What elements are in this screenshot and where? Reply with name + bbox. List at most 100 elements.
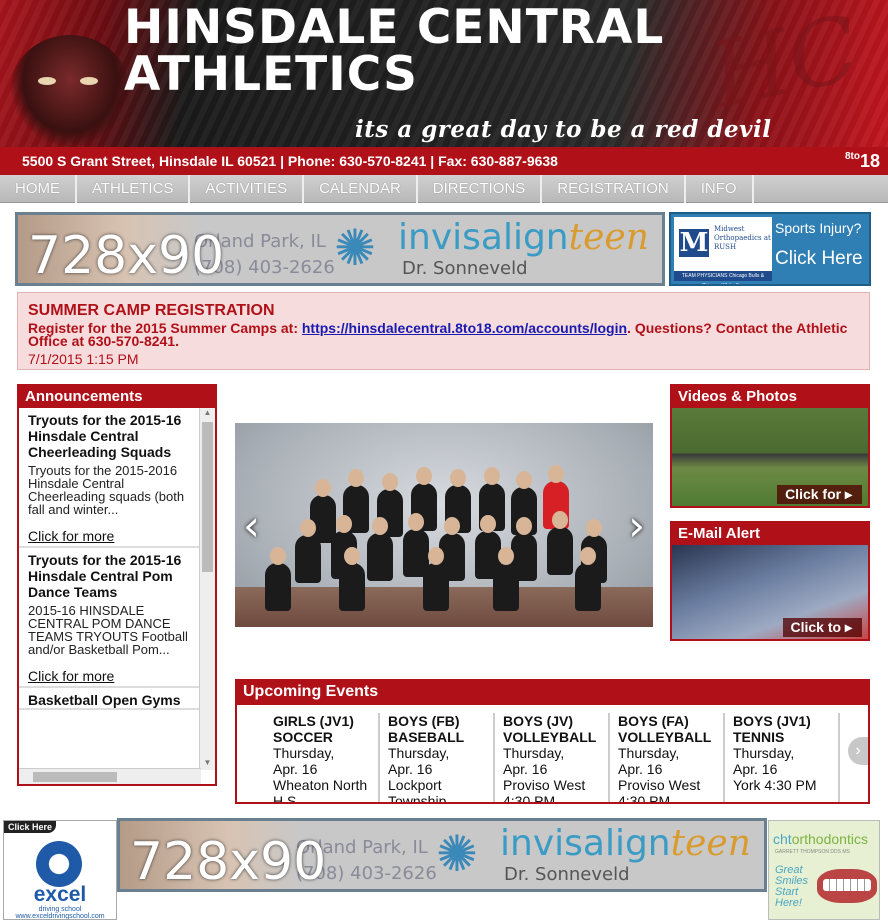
nav-activities[interactable]: ACTIVITIES <box>190 175 305 203</box>
scroll-down-icon[interactable]: ▼ <box>200 758 215 770</box>
invisalign-banner-ad-top[interactable]: Orland Park, IL (708) 403-2626 ✺ invisal… <box>15 212 665 286</box>
event-date: Apr. 16 <box>503 761 548 777</box>
announcement-title[interactable]: Tryouts for the 2015-16 Hinsdale Central… <box>28 552 193 600</box>
player-head <box>548 465 564 483</box>
event-location: Wheaton North H.S. <box>273 777 368 803</box>
announcement-snippet: 2015-16 HINSDALE CENTRAL POM DANCE TEAMS… <box>28 603 188 657</box>
click-for-more-link[interactable]: Click for more <box>28 668 193 686</box>
player-head <box>516 471 532 489</box>
event-item[interactable]: BOYS (FB) BASEBALL Thursday, Apr. 16 Loc… <box>380 713 495 802</box>
ortho-logo-bar: TEAM PHYSICIANS Chicago Bulls & Chicago … <box>674 271 772 284</box>
8to18-logo-top: 8to <box>844 151 860 162</box>
events-carousel: GIRLS (JV1) SOCCER Thursday, Apr. 16 Whe… <box>265 713 840 803</box>
ad-brand: invisalignteen <box>398 217 649 258</box>
event-item[interactable]: BOYS (JV1) TENNIS Thursday, Apr. 16 York… <box>725 713 840 802</box>
nav-directions[interactable]: DIRECTIONS <box>418 175 543 203</box>
excel-click-here[interactable]: Click Here <box>4 821 57 833</box>
site-title-line1: HINSDALE CENTRAL <box>124 0 665 55</box>
player-head <box>552 511 568 529</box>
announcements-horizontal-scrollbar[interactable] <box>19 768 201 784</box>
main-nav: HOME ATHLETICS ACTIVITIES CALENDAR DIREC… <box>0 175 888 203</box>
cht-brand-a: cht <box>773 831 792 847</box>
upcoming-events-heading: Upcoming Events <box>237 681 868 705</box>
announcement-title[interactable]: Basketball Open Gyms <box>28 692 193 708</box>
player-head <box>480 515 496 533</box>
ad-brand-suffix: teen <box>568 217 649 258</box>
event-item[interactable]: GIRLS (JV1) SOCCER Thursday, Apr. 16 Whe… <box>265 713 380 803</box>
click-for-more-link[interactable]: Click for more <box>28 528 193 546</box>
event-item[interactable]: BOYS (JV) VOLLEYBALL Thursday, Apr. 16 P… <box>495 713 610 802</box>
cht-orthodontics-ad[interactable]: chtorthodontics GARRETT THOMPSON DDS MS … <box>768 820 880 920</box>
ad-brand-name: invisalign <box>500 823 671 864</box>
8to18-logo[interactable]: 8to18 <box>845 151 880 172</box>
invisalign-star-icon: ✺ <box>334 220 376 276</box>
cht-slogan: Great Smiles Start Here! <box>775 864 809 909</box>
ad-doctor: Dr. Sonneveld <box>504 864 630 885</box>
email-click-to-button[interactable]: Click to ▸ <box>782 618 862 637</box>
upcoming-events-box: Upcoming Events GIRLS (JV1) SOCCER Thurs… <box>235 679 870 804</box>
registration-link[interactable]: https://hinsdalecentral.8to18.com/accoun… <box>302 320 627 336</box>
player-head <box>484 467 500 485</box>
event-date: Apr. 16 <box>618 761 663 777</box>
videos-photos-box[interactable]: Videos & Photos Click for ▸ <box>670 384 870 508</box>
event-title: BOYS (FA) VOLLEYBALL <box>618 713 712 745</box>
site-header: HC HINSDALE CENTRAL ATHLETICS its a grea… <box>0 0 888 147</box>
nav-info[interactable]: INFO <box>686 175 754 203</box>
site-title-line2: ATHLETICS <box>124 47 418 102</box>
player-head <box>516 517 532 535</box>
red-devil-mascot-image <box>10 35 130 147</box>
softball-player-image: Click for ▸ <box>672 408 868 506</box>
ad-brand-suffix: teen <box>670 823 751 864</box>
summer-camp-alert: SUMMER CAMP REGISTRATION Register for th… <box>17 292 870 370</box>
event-title: BOYS (FB) BASEBALL <box>388 713 465 745</box>
announcement-item: Tryouts for the 2015-16 Hinsdale Central… <box>19 548 201 688</box>
announcements-vertical-scrollbar[interactable]: ▲ ▼ <box>199 408 215 770</box>
tagline: its a great day to be a red devil <box>355 116 772 143</box>
event-item[interactable]: BOYS (FA) VOLLEYBALL Thursday, Apr. 16 P… <box>610 713 725 802</box>
announcement-title[interactable]: Tryouts for the 2015-16 Hinsdale Central… <box>28 412 193 460</box>
email-cta-label: Click to <box>790 619 842 635</box>
ortho-click-here[interactable]: Click Here <box>775 248 863 270</box>
smile-braces-image <box>817 869 877 903</box>
alert-date: 7/1/2015 1:15 PM <box>28 351 139 367</box>
event-date: Apr. 16 <box>273 761 318 777</box>
excel-tagline: driving school <box>38 906 82 913</box>
excel-name: excel <box>33 883 87 906</box>
team-photo-slideshow[interactable]: ‹ › <box>235 423 653 627</box>
announcements-heading: Announcements <box>19 386 215 408</box>
ad-brand: invisalignteen <box>500 823 751 864</box>
player-figure <box>295 519 321 583</box>
scrollbar-thumb[interactable] <box>202 422 213 572</box>
event-date: Apr. 16 <box>733 761 778 777</box>
event-day: Thursday, <box>503 745 565 761</box>
site-title[interactable]: HINSDALE CENTRAL ATHLETICS <box>124 4 664 98</box>
ad-size-label: 728x90 <box>28 226 225 286</box>
event-location: York 4:30 PM <box>733 777 817 793</box>
nav-calendar[interactable]: CALENDAR <box>304 175 418 203</box>
nav-athletics[interactable]: ATHLETICS <box>77 175 191 203</box>
scroll-up-icon[interactable]: ▲ <box>200 408 215 420</box>
slideshow-next-icon[interactable]: › <box>628 505 645 547</box>
nav-registration[interactable]: REGISTRATION <box>542 175 686 203</box>
mascot-eye <box>38 77 56 85</box>
videos-click-for-button[interactable]: Click for ▸ <box>777 485 862 504</box>
cht-doctor: GARRETT THOMPSON DDS MS <box>775 849 850 855</box>
videos-photos-heading: Videos & Photos <box>672 386 868 408</box>
player-figure <box>575 547 601 611</box>
event-day: Thursday, <box>388 745 450 761</box>
event-date: Apr. 16 <box>388 761 433 777</box>
ad-doctor: Dr. Sonneveld <box>402 258 528 279</box>
excel-driving-school-ad[interactable]: Click Here excel driving school www.excel… <box>3 820 117 920</box>
player-head <box>300 519 316 537</box>
player-head <box>372 517 388 535</box>
player-head <box>580 547 596 565</box>
slideshow-prev-icon[interactable]: ‹ <box>243 505 260 547</box>
event-title: GIRLS (JV1) SOCCER <box>273 713 354 745</box>
scrollbar-thumb[interactable] <box>33 772 117 782</box>
player-head <box>416 467 432 485</box>
events-next-icon[interactable]: › <box>848 737 868 765</box>
invisalign-banner-ad-bottom[interactable]: Orland Park, IL (708) 403-2626 ✺ invisal… <box>117 818 767 892</box>
midwest-ortho-ad[interactable]: M Midwest Orthopaedics at RUSH TEAM PHYS… <box>669 212 871 286</box>
email-alert-box[interactable]: E-Mail Alert Click to ▸ <box>670 521 870 641</box>
nav-home[interactable]: HOME <box>0 175 77 203</box>
